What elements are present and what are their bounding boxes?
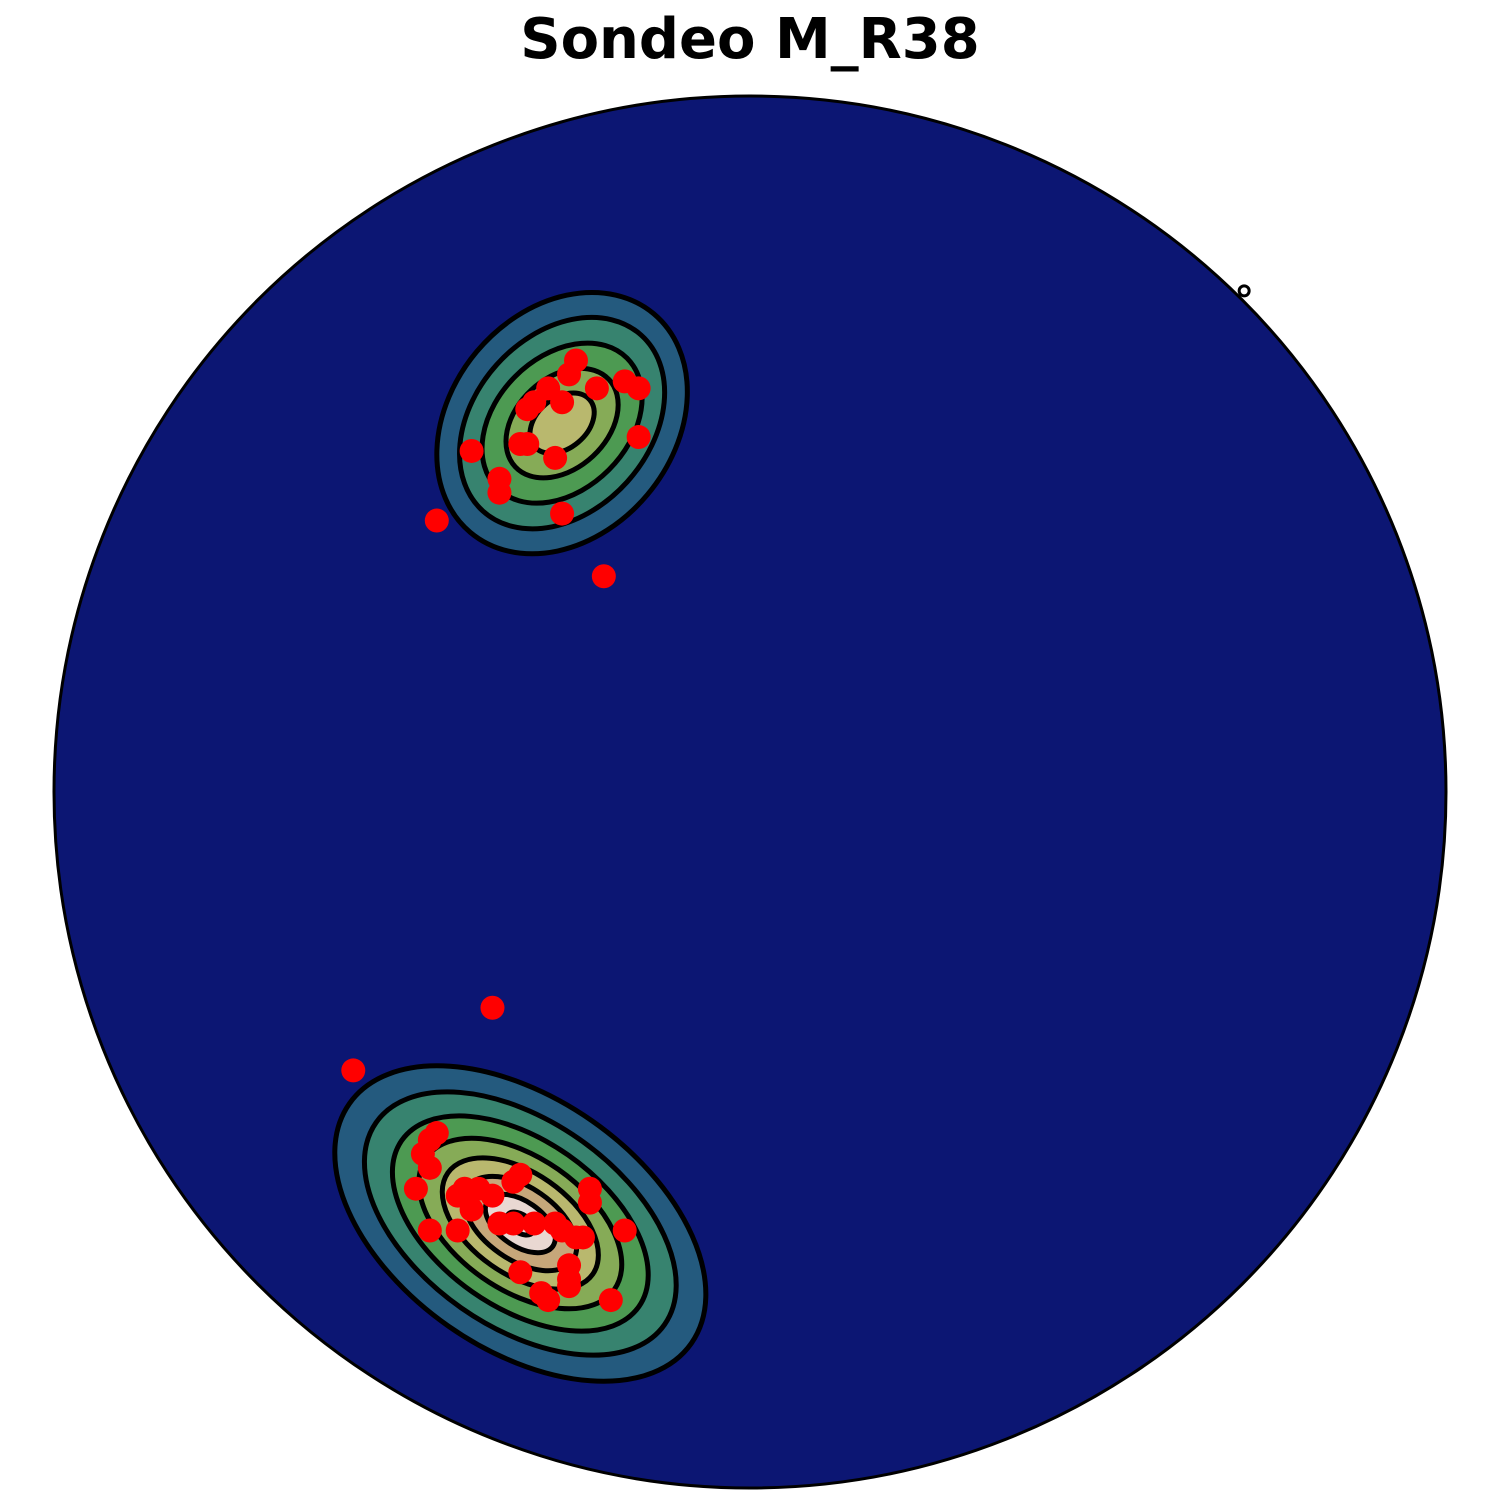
north-marker: [1237, 284, 1251, 298]
pole-point: [403, 1176, 428, 1201]
pole-point: [508, 1260, 533, 1285]
pole-point: [508, 432, 533, 456]
pole-point: [480, 995, 505, 1020]
pole-point: [417, 1218, 442, 1243]
pole-point: [459, 438, 484, 463]
north-marker-dot: [1237, 284, 1251, 298]
pole-point: [515, 397, 540, 422]
net-background: [54, 96, 1446, 1488]
pole-point: [341, 1058, 366, 1083]
pole-point: [487, 480, 512, 505]
pole-point: [626, 425, 651, 450]
pole-point: [626, 376, 651, 401]
pole-point: [598, 1288, 623, 1313]
pole-point: [612, 1218, 637, 1243]
pole-point: [557, 362, 582, 387]
pole-point: [591, 564, 616, 589]
pole-point: [543, 445, 568, 470]
pole-point: [445, 1218, 470, 1243]
pole-point: [577, 1190, 602, 1215]
pole-point: [550, 390, 575, 415]
pole-point: [557, 1274, 582, 1299]
pole-point: [424, 508, 449, 533]
pole-point: [550, 501, 575, 526]
stereonet-plot: [52, 94, 1448, 1490]
pole-point: [501, 1211, 526, 1236]
pole-point: [522, 1211, 547, 1236]
pole-point: [459, 1197, 484, 1222]
pole-point: [480, 1183, 505, 1208]
pole-point: [570, 1225, 595, 1250]
pole-point: [584, 376, 609, 401]
pole-point: [417, 1155, 442, 1180]
pole-point: [536, 1288, 561, 1313]
pole-point: [501, 1169, 526, 1194]
